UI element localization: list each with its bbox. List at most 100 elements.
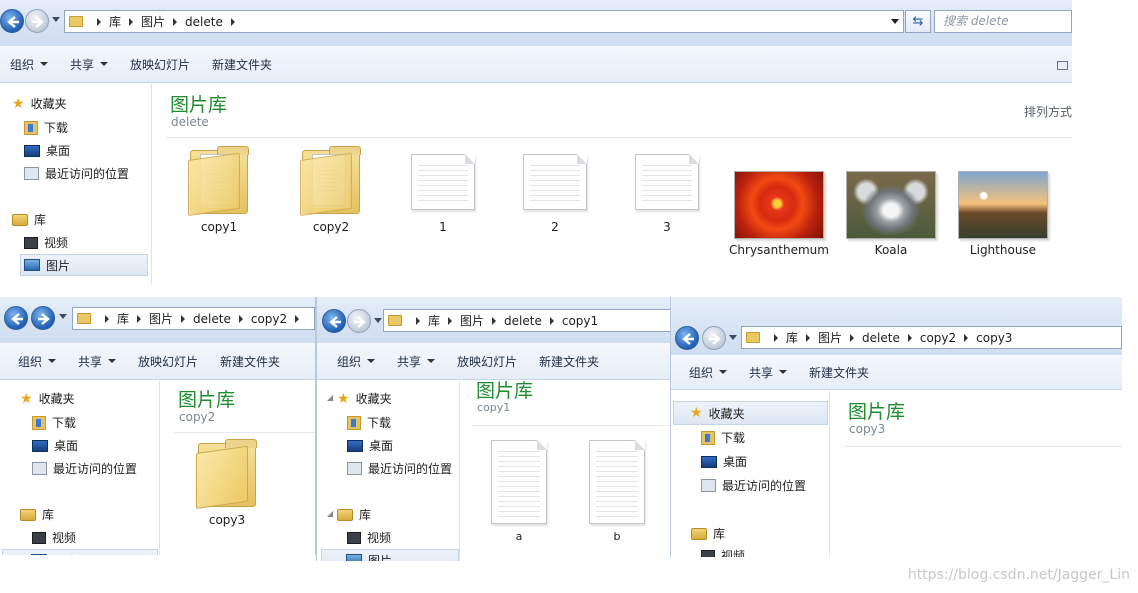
breadcrumb-item[interactable]: 库: [408, 312, 440, 329]
nav-item-desktop[interactable]: 桌面: [24, 142, 70, 159]
nav-item-recent[interactable]: 最近访问的位置: [701, 477, 806, 494]
breadcrumb[interactable]: 库 图片 delete copy1: [383, 309, 671, 332]
image-item[interactable]: Lighthouse: [947, 171, 1059, 257]
nav-item-libraries[interactable]: 库: [20, 506, 54, 523]
chevron-down-icon: [367, 359, 376, 363]
share-menu[interactable]: 共享: [70, 56, 109, 73]
nav-item-libraries[interactable]: 库: [337, 506, 371, 523]
organize-label: 组织: [689, 365, 714, 380]
nav-item-desktop[interactable]: 桌面: [347, 437, 393, 454]
breadcrumb-item[interactable]: copy1: [542, 314, 598, 328]
slideshow-button[interactable]: 放映幻灯片: [457, 353, 517, 370]
nav-item-desktop[interactable]: 桌面: [701, 453, 747, 470]
view-options-icon[interactable]: [1057, 61, 1068, 70]
expand-arrow-icon[interactable]: ◢: [327, 509, 333, 518]
item-label: 1: [439, 220, 447, 234]
recent-pages-dropdown[interactable]: [374, 318, 382, 323]
nav-item-favorites[interactable]: ★ 收藏夹: [12, 95, 67, 112]
forward-button[interactable]: [31, 306, 55, 330]
back-button[interactable]: [675, 326, 699, 350]
breadcrumb-item[interactable]: copy2: [900, 331, 956, 345]
nav-item-downloads[interactable]: 下载: [347, 414, 391, 431]
file-item[interactable]: 3: [611, 154, 723, 234]
address-history-dropdown[interactable]: [891, 19, 899, 24]
refresh-button[interactable]: ⇆: [905, 10, 931, 33]
organize-menu[interactable]: 组织: [10, 56, 49, 73]
nav-item-desktop[interactable]: 桌面: [32, 437, 78, 454]
new-folder-button[interactable]: 新建文件夹: [220, 353, 280, 370]
nav-item-recent[interactable]: 最近访问的位置: [24, 165, 129, 182]
recent-pages-dropdown[interactable]: [729, 335, 737, 340]
breadcrumb-item[interactable]: delete: [842, 331, 900, 345]
chevron-down-icon: [108, 359, 117, 363]
share-menu[interactable]: 共享: [749, 364, 788, 381]
back-button[interactable]: [0, 9, 24, 33]
share-menu[interactable]: 共享: [78, 353, 117, 370]
nav-item-videos[interactable]: 视频: [32, 529, 76, 546]
breadcrumb-item[interactable]: 库: [89, 13, 121, 30]
nav-item-pictures[interactable]: 图片: [20, 254, 148, 276]
new-folder-button[interactable]: 新建文件夹: [809, 364, 869, 381]
nav-item-libraries[interactable]: 库: [12, 211, 46, 228]
file-item[interactable]: a: [463, 440, 575, 543]
image-item[interactable]: Koala: [835, 171, 947, 257]
breadcrumb-item[interactable]: copy3: [956, 331, 1012, 345]
breadcrumb-item[interactable]: delete: [484, 314, 542, 328]
nav-item-videos[interactable]: 视频: [347, 529, 391, 546]
nav-item-libraries[interactable]: 库: [691, 525, 725, 542]
nav-item-favorites[interactable]: ★ 收藏夹: [673, 401, 828, 425]
nav-item-recent[interactable]: 最近访问的位置: [347, 460, 452, 477]
nav-item-recent[interactable]: 最近访问的位置: [32, 460, 137, 477]
breadcrumb-item[interactable]: delete: [173, 312, 231, 326]
share-menu[interactable]: 共享: [397, 353, 436, 370]
slideshow-button[interactable]: 放映幻灯片: [138, 353, 198, 370]
nav-item-favorites[interactable]: ★ 收藏夹: [337, 390, 392, 407]
nav-item-favorites[interactable]: ★ 收藏夹: [20, 390, 75, 407]
nav-item-downloads[interactable]: 下载: [701, 429, 745, 446]
arrange-by-menu[interactable]: 排列方式: [1024, 103, 1072, 120]
organize-menu[interactable]: 组织: [689, 364, 728, 381]
organize-menu[interactable]: 组织: [337, 353, 376, 370]
breadcrumb[interactable]: 库 图片 delete: [64, 10, 904, 33]
expand-arrow-icon[interactable]: ◢: [327, 393, 333, 402]
breadcrumb-item[interactable]: 图片: [121, 13, 165, 30]
forward-button[interactable]: [702, 326, 726, 350]
back-button[interactable]: [322, 309, 346, 333]
breadcrumb[interactable]: 库 图片 delete copy2: [72, 307, 315, 330]
nav-item-downloads[interactable]: 下载: [24, 119, 68, 136]
organize-menu[interactable]: 组织: [18, 353, 57, 370]
breadcrumb-item[interactable]: 库: [97, 310, 129, 327]
breadcrumb[interactable]: 库 图片 delete copy2 copy3: [741, 326, 1122, 349]
nav-item-videos[interactable]: 视频: [24, 234, 68, 251]
back-button[interactable]: [4, 306, 28, 330]
new-folder-button[interactable]: 新建文件夹: [212, 56, 272, 73]
back-arrow-icon: [7, 16, 19, 28]
breadcrumb-item[interactable]: 图片: [440, 312, 484, 329]
breadcrumb-item[interactable]: 图片: [129, 310, 173, 327]
folder-item[interactable]: copy2: [275, 146, 387, 234]
file-item[interactable]: 2: [499, 154, 611, 234]
nav-item-pictures[interactable]: 图片: [321, 549, 459, 561]
new-folder-button[interactable]: 新建文件夹: [539, 353, 599, 370]
folder-item[interactable]: copy1: [163, 146, 275, 234]
image-item[interactable]: Chrysanthemum: [723, 171, 835, 257]
breadcrumb-item[interactable]: 图片: [798, 329, 842, 346]
breadcrumb-label: delete: [504, 313, 542, 328]
search-input[interactable]: 搜索 delete: [934, 10, 1072, 33]
forward-button[interactable]: [347, 309, 371, 333]
library-subtitle: delete: [171, 115, 209, 129]
content-pane: 图片库 copy3: [830, 391, 1122, 557]
nav-item-pictures[interactable]: 图片: [2, 549, 158, 555]
breadcrumb-item[interactable]: 库: [766, 329, 798, 346]
breadcrumb-item[interactable]: delete: [165, 15, 243, 29]
file-item[interactable]: 1: [387, 154, 499, 234]
recent-pages-dropdown[interactable]: [59, 314, 67, 319]
file-item[interactable]: b: [561, 440, 671, 543]
folder-item[interactable]: copy3: [171, 439, 283, 527]
nav-item-videos[interactable]: 视频: [701, 547, 745, 557]
slideshow-button[interactable]: 放映幻灯片: [130, 56, 190, 73]
breadcrumb-item[interactable]: copy2: [231, 312, 307, 326]
nav-item-downloads[interactable]: 下载: [32, 414, 76, 431]
forward-button[interactable]: [25, 9, 49, 33]
recent-pages-dropdown[interactable]: [52, 17, 60, 22]
